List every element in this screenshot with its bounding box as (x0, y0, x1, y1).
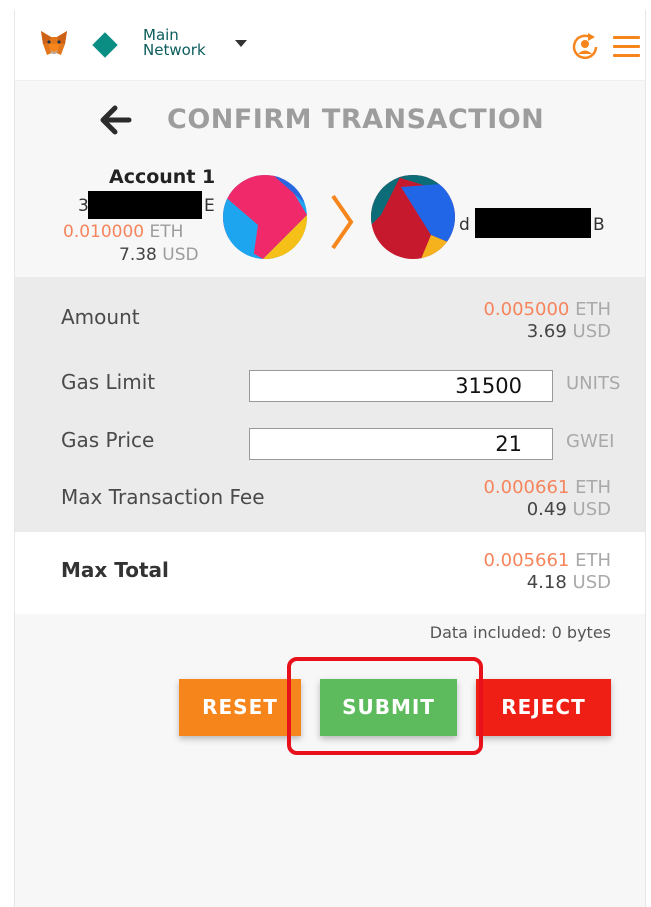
network-selector[interactable]: Main Network (143, 28, 206, 58)
account-switch-icon[interactable] (570, 32, 600, 62)
data-included-text: Data included: 0 bytes (429, 623, 611, 642)
to-address-end: B (593, 215, 605, 235)
gas-limit-input[interactable]: 31500 (249, 370, 553, 402)
transaction-parties: Account 1 3 E 0.010000 ETH 7.38 USD d B (15, 160, 645, 275)
gas-limit-unit: UNITS (566, 373, 621, 394)
submit-highlight-box (287, 657, 483, 755)
amount-usd-value: 3.69 (526, 321, 567, 342)
metamask-fox-icon[interactable] (39, 28, 69, 58)
from-eth-value: 0.010000 (63, 222, 145, 242)
max-total-eth-value: 0.005661 (483, 550, 570, 571)
redaction-bar (475, 208, 591, 238)
from-address-end: E (204, 196, 215, 216)
reject-button[interactable]: REJECT (476, 679, 611, 736)
max-total-value: 0.005661 ETH 4.18 USD (483, 550, 611, 594)
from-usd-value: 7.38 (119, 245, 157, 265)
back-arrow-icon[interactable] (97, 102, 133, 138)
from-identicon (223, 175, 307, 259)
network-diamond-icon[interactable] (92, 32, 118, 58)
to-identicon (371, 175, 455, 259)
max-total-usd-value: 4.18 (526, 572, 567, 593)
from-account-name: Account 1 (109, 166, 216, 188)
amount-eth-unit: ETH (575, 299, 611, 320)
redaction-bar (88, 191, 202, 219)
max-fee-usd-value: 0.49 (526, 499, 567, 520)
gas-limit-label: Gas Limit (61, 370, 156, 394)
caret-down-icon[interactable] (235, 40, 247, 47)
page-title: CONFIRM TRANSACTION (167, 104, 545, 135)
max-total-eth-unit: ETH (575, 550, 611, 571)
max-fee-eth-value: 0.000661 (483, 477, 570, 498)
max-fee-usd-unit: USD (572, 499, 611, 520)
from-usd-unit: USD (162, 245, 199, 265)
network-label-line2: Network (143, 41, 206, 59)
gas-price-input[interactable]: 21 (249, 428, 553, 460)
reset-button[interactable]: RESET (179, 679, 301, 736)
from-eth-balance: 0.010000 ETH (63, 222, 183, 242)
amount-usd-unit: USD (572, 321, 611, 342)
max-fee-label: Max Transaction Fee (61, 485, 265, 509)
amount-eth-value: 0.005000 (483, 299, 570, 320)
title-row: CONFIRM TRANSACTION (15, 80, 645, 160)
amount-label: Amount (61, 305, 140, 329)
max-total-usd-unit: USD (572, 572, 611, 593)
top-bar: Main Network (15, 10, 645, 81)
transaction-details: Amount 0.005000 ETH 3.69 USD Gas Limit 3… (15, 277, 645, 532)
chevron-right-icon (331, 194, 354, 250)
amount-value: 0.005000 ETH 3.69 USD (483, 299, 611, 343)
max-fee-eth-unit: ETH (575, 477, 611, 498)
gas-price-unit: GWEI (566, 431, 615, 452)
from-eth-unit: ETH (149, 222, 184, 242)
gas-price-label: Gas Price (61, 428, 155, 452)
hamburger-menu-icon[interactable] (613, 36, 640, 57)
to-address-start: d (459, 215, 470, 235)
from-usd-balance: 7.38 USD (119, 245, 199, 265)
max-fee-value: 0.000661 ETH 0.49 USD (483, 477, 611, 521)
max-total-label: Max Total (61, 558, 169, 582)
metamask-popup: Main Network CONFIRM TRANSACTION Account… (14, 10, 646, 907)
max-total-row: Max Total 0.005661 ETH 4.18 USD (15, 532, 645, 614)
